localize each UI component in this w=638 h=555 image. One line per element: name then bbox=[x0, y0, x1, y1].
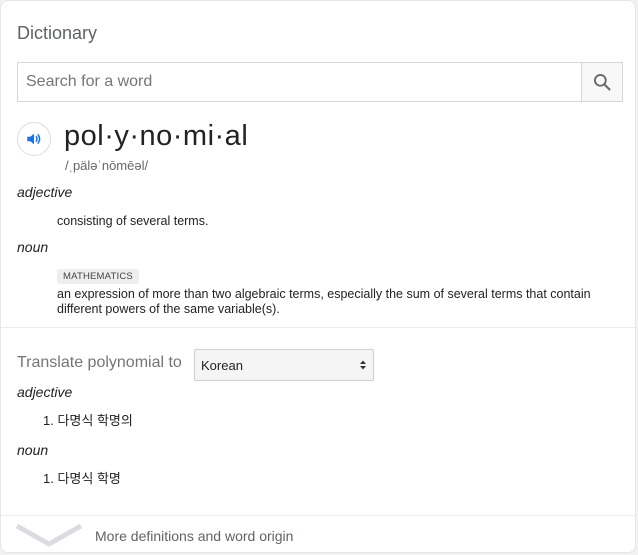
translation-pos-adjective: adjective bbox=[17, 384, 73, 400]
part-of-speech-noun: noun bbox=[17, 239, 49, 255]
search-bar bbox=[17, 62, 623, 102]
translation-pos-noun: noun bbox=[17, 442, 49, 458]
search-button[interactable] bbox=[581, 63, 622, 101]
pronunciation-button[interactable] bbox=[17, 122, 51, 156]
phonetic-spelling: /ˌpäləˈnōmēəl/ bbox=[65, 158, 149, 173]
search-input[interactable] bbox=[18, 63, 581, 101]
subject-label: MATHEMATICS bbox=[57, 269, 139, 284]
section-divider bbox=[1, 327, 635, 328]
more-definitions-button[interactable]: More definitions and word origin bbox=[1, 516, 635, 552]
more-definitions-label: More definitions and word origin bbox=[95, 528, 294, 544]
translation-item: 1. 다명식 학명 bbox=[43, 471, 121, 486]
definition-noun: an expression of more than two algebraic… bbox=[57, 287, 591, 316]
selected-language: Korean bbox=[201, 357, 243, 373]
language-select[interactable]: Korean bbox=[194, 349, 374, 381]
speaker-icon bbox=[27, 133, 41, 145]
dictionary-card: Dictionary pol·y·no·mi·al /ˌpäləˈnōmēəl/… bbox=[0, 0, 636, 553]
definition-adjective: consisting of several terms. bbox=[57, 214, 209, 228]
headword: pol·y·no·mi·al bbox=[64, 120, 249, 152]
translate-label: Translate polynomial to bbox=[17, 354, 182, 371]
search-icon bbox=[594, 74, 611, 91]
translation-item: 1. 다명식 학명의 bbox=[43, 413, 133, 428]
part-of-speech-adjective: adjective bbox=[17, 184, 73, 200]
chevron-down-icon bbox=[15, 523, 83, 547]
dictionary-title: Dictionary bbox=[17, 23, 98, 43]
select-arrows-icon bbox=[359, 359, 367, 371]
